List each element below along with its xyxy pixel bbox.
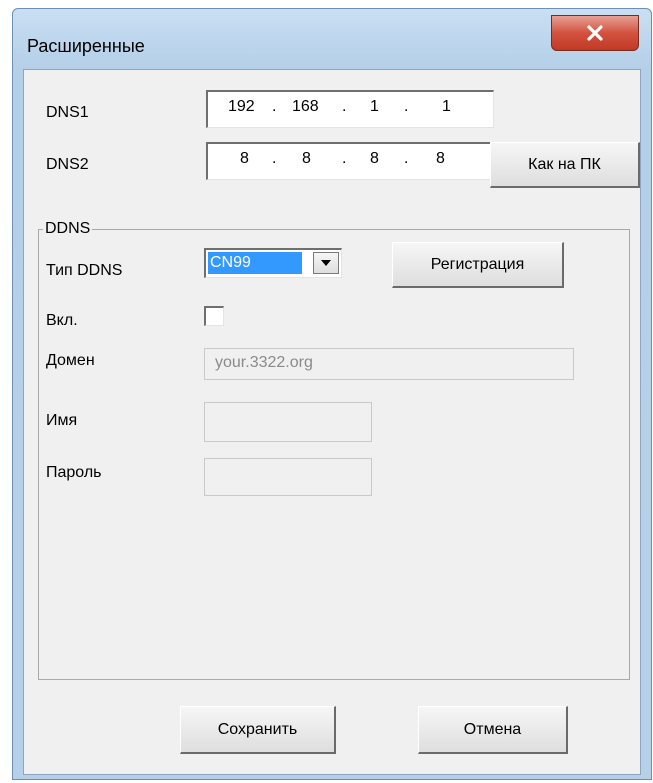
dialog-content: DNS1 192 . 168 . 1 . 1 DNS2 8 . 8 . 8 . …	[23, 69, 641, 775]
dns2-octet-2[interactable]: 8	[302, 150, 311, 168]
dns1-label: DNS1	[46, 104, 89, 121]
dns1-dot-3: .	[404, 98, 409, 115]
cancel-button[interactable]: Отмена	[418, 706, 568, 754]
ddns-type-label: Тип DDNS	[46, 262, 123, 279]
ddns-type-select[interactable]: CN99	[204, 248, 342, 278]
ddns-type-value: CN99	[208, 252, 302, 274]
enable-label: Вкл.	[46, 312, 78, 329]
dialog-window: Расширенные DNS1 192 . 168 . 1 . 1 DNS2 …	[12, 8, 652, 780]
domain-input[interactable]: your.3322.org	[204, 348, 574, 380]
ddns-group-label: DDNS	[45, 220, 91, 237]
window-title: Расширенные	[27, 36, 145, 56]
domain-label: Домен	[46, 352, 95, 369]
register-button[interactable]: Регистрация	[392, 242, 564, 288]
domain-placeholder: your.3322.org	[215, 354, 313, 371]
dns2-dot-1: .	[272, 150, 277, 167]
dns2-octet-4[interactable]: 8	[436, 150, 445, 168]
password-input[interactable]	[204, 458, 372, 496]
dropdown-button[interactable]	[313, 252, 339, 274]
dns2-dot-2: .	[342, 150, 347, 167]
chevron-down-icon	[321, 260, 331, 266]
enable-checkbox[interactable]	[204, 306, 224, 326]
same-as-pc-button[interactable]: Как на ПК	[490, 142, 640, 188]
close-icon	[587, 25, 603, 41]
dns2-octet-1[interactable]: 8	[240, 150, 249, 168]
name-label: Имя	[46, 412, 78, 429]
dns1-octet-2[interactable]: 168	[292, 98, 319, 116]
dns1-octet-1[interactable]: 192	[228, 98, 255, 116]
password-label: Пароль	[46, 464, 102, 481]
ddns-group: DDNS	[38, 220, 630, 680]
dns1-octet-3[interactable]: 1	[370, 98, 379, 116]
dns2-label: DNS2	[46, 156, 89, 173]
close-button[interactable]	[551, 15, 639, 51]
save-button[interactable]: Сохранить	[180, 706, 336, 754]
dns1-dot-1: .	[272, 98, 277, 115]
dns1-ip-field[interactable]: 192 . 168 . 1 . 1	[206, 90, 494, 128]
dns2-dot-3: .	[404, 150, 409, 167]
dns2-ip-field[interactable]: 8 . 8 . 8 . 8	[206, 142, 494, 180]
dns2-octet-3[interactable]: 8	[370, 150, 379, 168]
dns1-dot-2: .	[342, 98, 347, 115]
name-input[interactable]	[204, 402, 372, 442]
dns1-octet-4[interactable]: 1	[442, 98, 451, 116]
